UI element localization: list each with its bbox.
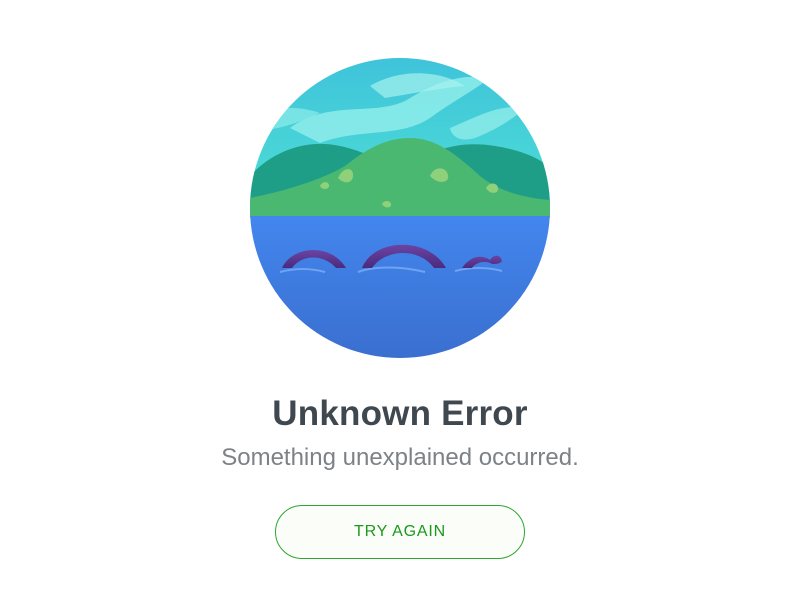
loch-ness-monster-illustration [250, 58, 550, 358]
try-again-button[interactable]: TRY AGAIN [275, 505, 525, 559]
water [250, 216, 550, 358]
illustration-svg [250, 58, 550, 358]
error-title: Unknown Error [272, 394, 528, 433]
error-page: Unknown Error Something unexplained occu… [0, 0, 800, 600]
error-message: Something unexplained occurred. [221, 444, 579, 471]
